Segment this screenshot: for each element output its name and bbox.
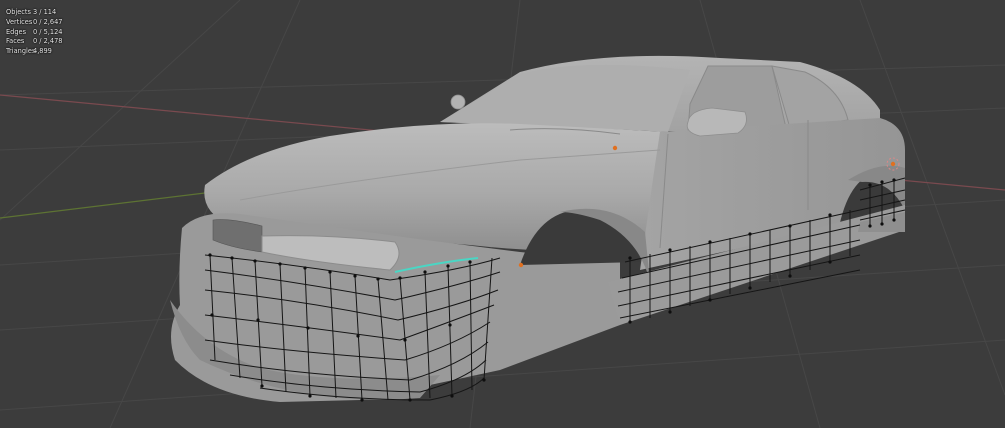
stat-triangles: Triangles 4,899 xyxy=(6,47,63,57)
origin-dot-icon[interactable] xyxy=(612,145,618,151)
stat-value: 3 / 114 xyxy=(33,8,57,16)
stat-vertices: Vertices 0 / 2,647 xyxy=(6,18,63,28)
stat-label: Edges xyxy=(6,27,27,36)
origin-dot-icon[interactable] xyxy=(890,161,896,167)
stat-label: Vertices xyxy=(6,17,33,26)
stat-value: 0 / 5,124 xyxy=(33,27,63,36)
stat-label: Faces xyxy=(6,37,25,46)
statistics-overlay: Objects 3 / 114 Vertices 0 / 2,647 Edges… xyxy=(6,8,63,57)
stat-label: Objects xyxy=(6,8,31,16)
stat-label: Triangles xyxy=(6,47,36,56)
3d-viewport[interactable]: Objects 3 / 114 Vertices 0 / 2,647 Edges… xyxy=(0,0,1005,428)
stat-value: 4,899 xyxy=(33,47,52,56)
stat-faces: Faces 0 / 2,478 xyxy=(6,37,63,47)
stat-value: 0 / 2,647 xyxy=(33,17,63,26)
stat-value: 0 / 2,478 xyxy=(33,37,63,46)
car-body[interactable] xyxy=(170,55,905,402)
viewport-scene[interactable] xyxy=(0,0,1005,428)
stat-objects: Objects 3 / 114 xyxy=(6,8,63,18)
stat-edges: Edges 0 / 5,124 xyxy=(6,28,63,38)
origin-dot-icon[interactable] xyxy=(518,262,524,268)
